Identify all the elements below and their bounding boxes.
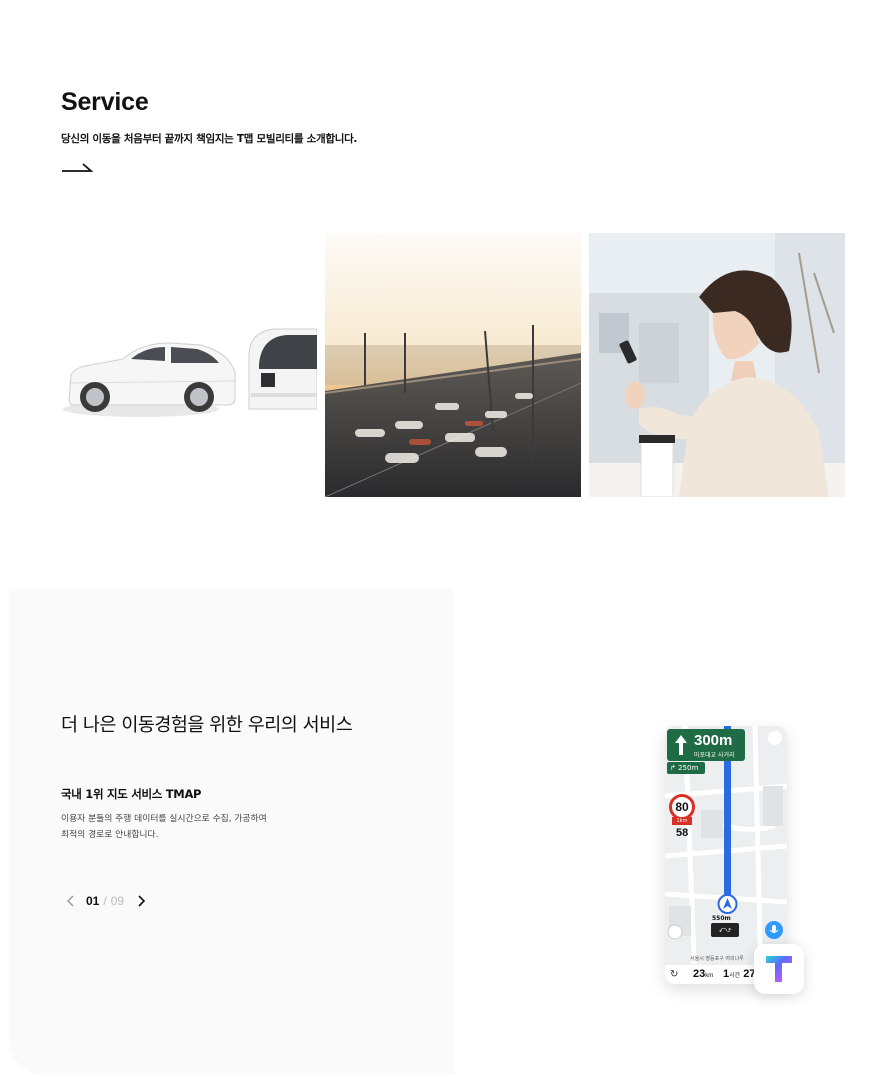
microphone-icon[interactable] — [765, 921, 783, 939]
chevron-right-icon[interactable] — [134, 893, 148, 909]
nav-distance: 300m — [694, 732, 733, 749]
nav-street: 마포대교 사거리 — [694, 752, 735, 759]
service-item-title: 국내 1위 지도 서비스 TMAP — [61, 787, 202, 801]
distance-unit: km — [705, 973, 714, 979]
woman-phone-image — [589, 233, 845, 497]
nav-instruction-card: 300m 마포대교 사거리 — [667, 729, 745, 761]
services-heading: 더 나은 이동경험을 위한 우리의 서비스 — [61, 715, 353, 736]
remaining-distance: 23km — [693, 968, 713, 980]
remaining-distance-value: 23 — [693, 968, 706, 980]
highway-image — [325, 233, 581, 497]
section-title: Service — [61, 88, 149, 116]
turn-distance: 550m — [712, 915, 731, 922]
service-item-description: 이용자 분들의 주행 데이터를 실시간으로 수집, 가공하여 최적의 경로로 안… — [61, 811, 267, 843]
pager-current: 01 — [86, 894, 100, 908]
pager-separator: / — [103, 894, 107, 908]
remaining-time: 1시간 27 — [723, 968, 755, 980]
section-subtitle: 당신의 이동을 처음부터 끝까지 책임지는 T맵 모빌리티를 소개합니다. — [61, 133, 358, 145]
current-speed: 58 — [676, 827, 689, 839]
refresh-icon[interactable]: ↻ — [670, 969, 678, 980]
arrow-right-icon[interactable] — [61, 161, 93, 173]
cars-image — [61, 233, 317, 497]
lane-guide-icon: ⤺⤴ — [711, 923, 739, 937]
service-item-description-line: 최적의 경로로 안내합니다. — [61, 830, 159, 840]
current-location: 서울시 영등포구 여의나루 — [690, 956, 744, 962]
speed-zone-distance: 1km — [672, 817, 692, 825]
chevron-left-icon[interactable] — [64, 893, 78, 909]
next-turn-badge: ↱ 250m — [667, 762, 705, 774]
service-item-description-line: 이용자 분들의 주행 데이터를 실시간으로 수집, 가공하여 — [61, 814, 267, 824]
tmap-logo-icon — [766, 956, 792, 982]
tmap-logo — [754, 944, 804, 994]
arrow-up-icon — [675, 735, 687, 755]
slide-pager: 01 / 09 — [64, 893, 148, 909]
hours-unit: 시간 — [729, 973, 741, 979]
pager-total: 09 — [110, 894, 125, 908]
